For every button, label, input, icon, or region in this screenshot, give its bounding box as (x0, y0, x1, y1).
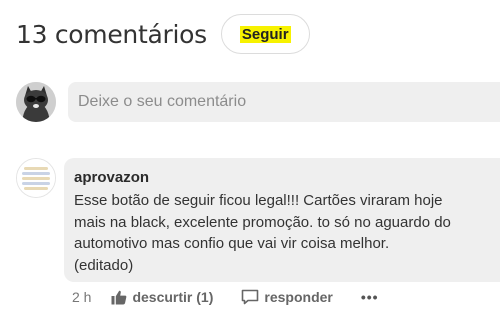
dislike-button[interactable]: descurtir (1) (111, 289, 213, 305)
comment-actions: 2 h descurtir (1) responder ••• (72, 289, 379, 305)
follow-button-label: Seguir (239, 25, 291, 43)
comment-bubble: aprovazon Esse botão de seguir ficou leg… (64, 158, 500, 282)
avatar (16, 82, 56, 122)
reply-label: responder (264, 289, 333, 305)
comments-header: 13 comentários Seguir (16, 14, 310, 54)
comment-line: mais na black, excelente promoção. to só… (74, 213, 451, 231)
speech-bubble-icon (242, 289, 259, 305)
avatar (16, 158, 56, 198)
thumbs-up-icon (111, 290, 127, 304)
comment-author[interactable]: aprovazon (74, 168, 500, 188)
striped-avatar-icon (17, 159, 55, 197)
more-options-button[interactable]: ••• (361, 289, 379, 305)
comment-timestamp: 2 h (72, 289, 92, 305)
comment-line: automotivo mas confio que vai vir coisa … (74, 235, 390, 252)
comment-count-title: 13 comentários (16, 19, 207, 49)
reply-button[interactable]: responder (241, 289, 333, 305)
follow-button[interactable]: Seguir (220, 14, 310, 54)
cat-avatar-icon (16, 82, 56, 122)
comment-input[interactable] (68, 82, 500, 122)
comment-composer (16, 82, 500, 122)
comment-edited-note: (editado) (74, 256, 134, 274)
dislike-label: descurtir (1) (132, 289, 214, 305)
comment-line: Esse botão de seguir ficou legal!!! Cart… (74, 192, 443, 209)
